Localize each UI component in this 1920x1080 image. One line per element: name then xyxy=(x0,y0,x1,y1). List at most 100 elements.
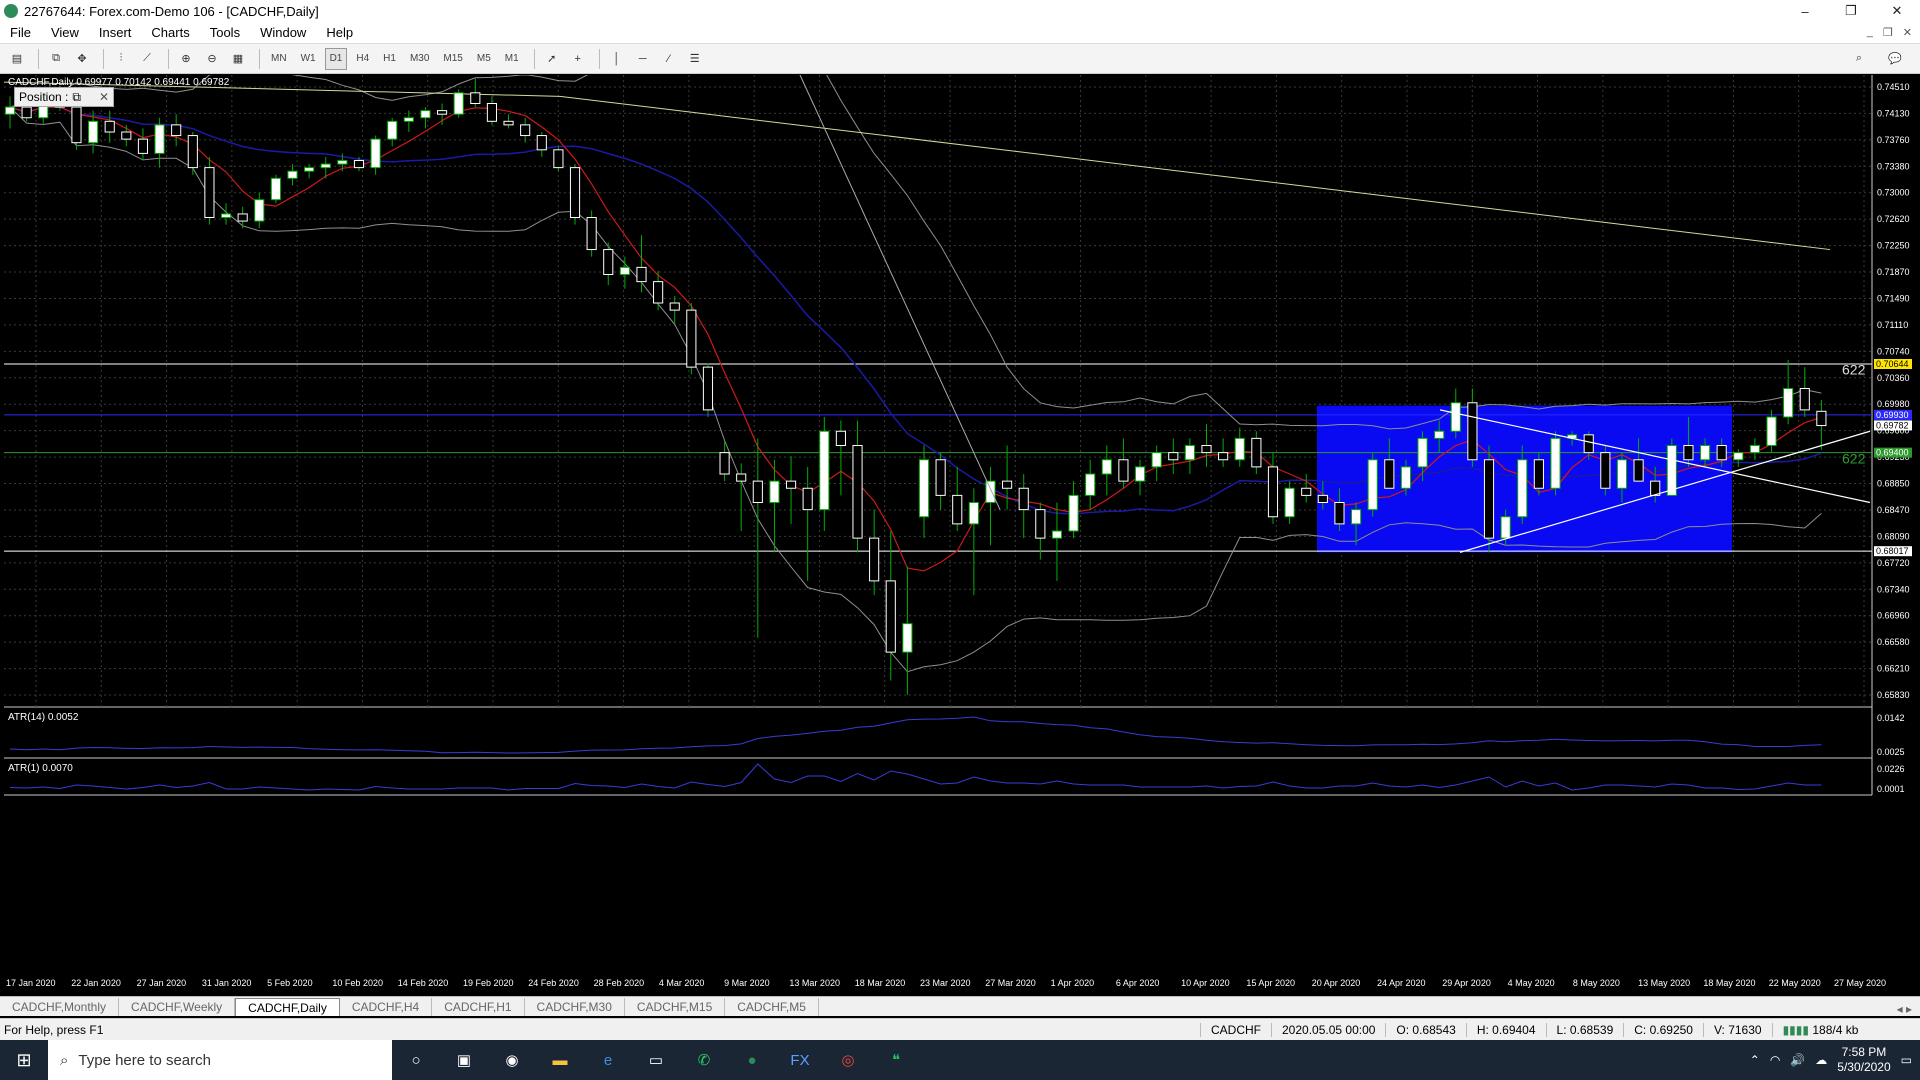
line-chart-icon[interactable]: ⟋ xyxy=(136,48,158,70)
chart-canvas[interactable]: 0.74510 0.74130 0.73760 0.73380 0.73000 0.726… xyxy=(0,75,1920,992)
fx-app-icon[interactable]: FX xyxy=(776,1040,824,1080)
chat-icon[interactable]: 💬 xyxy=(1884,48,1906,70)
menu-charts[interactable]: Charts xyxy=(141,25,199,40)
whatsapp-icon[interactable]: ✆ xyxy=(680,1040,728,1080)
tile-windows-icon[interactable]: ▦ xyxy=(227,48,249,70)
clock-time: 7:58 PM xyxy=(1841,1045,1887,1059)
position-panel[interactable]: Position : ⧉ ✕ xyxy=(14,87,114,107)
trading-app-icon[interactable]: ● xyxy=(728,1040,776,1080)
timeframe-mn[interactable]: MN xyxy=(266,48,292,70)
price-tick-label: 0.71870 xyxy=(1877,267,1910,277)
candle-bear xyxy=(686,309,697,368)
chat-app-icon[interactable]: ❝ xyxy=(872,1040,920,1080)
windows-start-icon[interactable]: ⊞ xyxy=(0,1040,48,1080)
candle-bull xyxy=(819,430,830,511)
taskbar-search[interactable]: ⌕ Type here to search xyxy=(48,1040,392,1080)
price-badge-upper: 0.70644 xyxy=(1876,359,1909,369)
candle-bull xyxy=(1051,530,1063,539)
candle-bear xyxy=(1218,452,1229,461)
new-chart-icon[interactable]: ▤ xyxy=(6,48,28,70)
search-icon[interactable]: ⌕ xyxy=(1848,48,1870,70)
price-chart[interactable]: 0.74510 0.74130 0.73760 0.73380 0.73000 0.726… xyxy=(0,75,1920,992)
menu-insert[interactable]: Insert xyxy=(89,25,142,40)
cursor-icon[interactable]: ➚ xyxy=(541,48,563,70)
toolbar-separator xyxy=(168,48,169,69)
close-button[interactable]: ✕ xyxy=(1874,0,1920,22)
taskbar: ⊞ ⌕ Type here to search ○ ▣ ◉ ▬ e ▭ ✆ ● … xyxy=(0,1040,1920,1080)
crosshair-move-icon[interactable]: ✥ xyxy=(71,48,93,70)
volume-icon[interactable]: 🔊 xyxy=(1790,1053,1805,1067)
candle-bull xyxy=(968,502,979,525)
date-tick-label: 4 Mar 2020 xyxy=(659,978,705,988)
restore-icon[interactable]: ⧉ xyxy=(72,90,81,105)
timeframe-w1[interactable]: W1 xyxy=(296,48,321,70)
mdi-minimize-icon[interactable]: _ xyxy=(1867,26,1873,39)
tab-cadchf-h4[interactable]: CADCHF,H4 xyxy=(340,998,433,1016)
candle-bear xyxy=(835,430,846,447)
menu-tools[interactable]: Tools xyxy=(200,25,250,40)
horizontal-line-icon[interactable]: ─ xyxy=(632,48,654,70)
edge-icon[interactable]: e xyxy=(584,1040,632,1080)
tab-scroll-arrows[interactable]: ◂ ▸ xyxy=(1889,1002,1920,1016)
date-tick-label: 27 Mar 2020 xyxy=(985,978,1036,988)
candle-bear xyxy=(21,106,32,119)
browser-app-icon[interactable]: ◉ xyxy=(488,1040,536,1080)
tab-cadchf-m15[interactable]: CADCHF,M15 xyxy=(625,998,726,1016)
menu-help[interactable]: Help xyxy=(316,25,363,40)
timeframe-m5[interactable]: M5 xyxy=(472,48,496,70)
candle-bear xyxy=(1168,452,1179,461)
file-explorer-icon[interactable]: ▬ xyxy=(536,1040,584,1080)
title-bar: 22767644: Forex.com-Demo 106 - [CADCHF,D… xyxy=(0,0,1920,22)
candle-bull xyxy=(1550,437,1561,489)
candle-bear xyxy=(171,124,182,137)
timeframe-m1[interactable]: M1 xyxy=(500,48,524,70)
price-badge-blue: 0.69930 xyxy=(1876,410,1909,420)
chrome-icon[interactable]: ◎ xyxy=(824,1040,872,1080)
profiles-icon[interactable]: ⧉ xyxy=(45,48,67,70)
bar-chart-icon[interactable]: ⫶ xyxy=(110,48,132,70)
taskbar-clock[interactable]: 7:58 PM 5/30/2020 xyxy=(1837,1045,1890,1075)
candle-bull xyxy=(985,480,996,504)
channel-icon[interactable]: ☰ xyxy=(684,48,706,70)
zoom-in-icon[interactable]: ⊕ xyxy=(175,48,197,70)
minimize-button[interactable]: – xyxy=(1782,0,1828,22)
date-tick-label: 24 Feb 2020 xyxy=(528,978,579,988)
close-icon[interactable]: ✕ xyxy=(99,90,109,104)
date-tick-label: 6 Apr 2020 xyxy=(1116,978,1160,988)
trendline-icon[interactable]: ⁄ xyxy=(658,48,680,70)
cloud-icon[interactable]: ☁ xyxy=(1815,1053,1827,1067)
notifications-icon[interactable]: ▭ xyxy=(1901,1053,1912,1067)
status-volume: V: 71630 xyxy=(1702,1022,1772,1037)
tab-cadchf-daily[interactable]: CADCHF,Daily xyxy=(235,998,340,1016)
menu-window[interactable]: Window xyxy=(250,25,316,40)
candle-bull xyxy=(270,177,281,201)
zoom-out-icon[interactable]: ⊖ xyxy=(201,48,223,70)
mdi-restore-icon[interactable]: ❐ xyxy=(1883,26,1893,39)
crosshair-icon[interactable]: + xyxy=(567,48,589,70)
price-tick-label: 0.71110 xyxy=(1877,320,1908,330)
menu-file[interactable]: File xyxy=(0,25,41,40)
wifi-icon[interactable]: ◠ xyxy=(1770,1053,1780,1067)
date-tick-label: 15 Apr 2020 xyxy=(1246,978,1295,988)
tab-cadchf-weekly[interactable]: CADCHF,Weekly xyxy=(119,998,236,1016)
tray-chevron-icon[interactable]: ⌃ xyxy=(1750,1053,1760,1067)
restore-button[interactable]: ❐ xyxy=(1828,0,1874,22)
timeframe-h1[interactable]: H1 xyxy=(378,48,401,70)
timeframe-h4[interactable]: H4 xyxy=(351,48,374,70)
tab-cadchf-m30[interactable]: CADCHF,M30 xyxy=(525,998,625,1016)
tab-cadchf-m5[interactable]: CADCHF,M5 xyxy=(725,998,819,1016)
menu-view[interactable]: View xyxy=(41,25,89,40)
date-tick-label: 31 Jan 2020 xyxy=(202,978,252,988)
candle-bear xyxy=(935,459,946,496)
candle-bear xyxy=(736,473,747,482)
task-view-icon[interactable]: ○ xyxy=(392,1040,440,1080)
tab-cadchf-h1[interactable]: CADCHF,H1 xyxy=(432,998,525,1016)
mdi-close-icon[interactable]: ✕ xyxy=(1903,26,1912,39)
timeframe-m15[interactable]: M15 xyxy=(438,48,467,70)
photos-app-icon[interactable]: ▣ xyxy=(440,1040,488,1080)
vertical-line-icon[interactable]: │ xyxy=(606,48,628,70)
timeframe-m30[interactable]: M30 xyxy=(405,48,434,70)
tab-cadchf-monthly[interactable]: CADCHF,Monthly xyxy=(0,998,120,1016)
remote-desktop-icon[interactable]: ▭ xyxy=(632,1040,680,1080)
timeframe-d1[interactable]: D1 xyxy=(324,47,348,70)
